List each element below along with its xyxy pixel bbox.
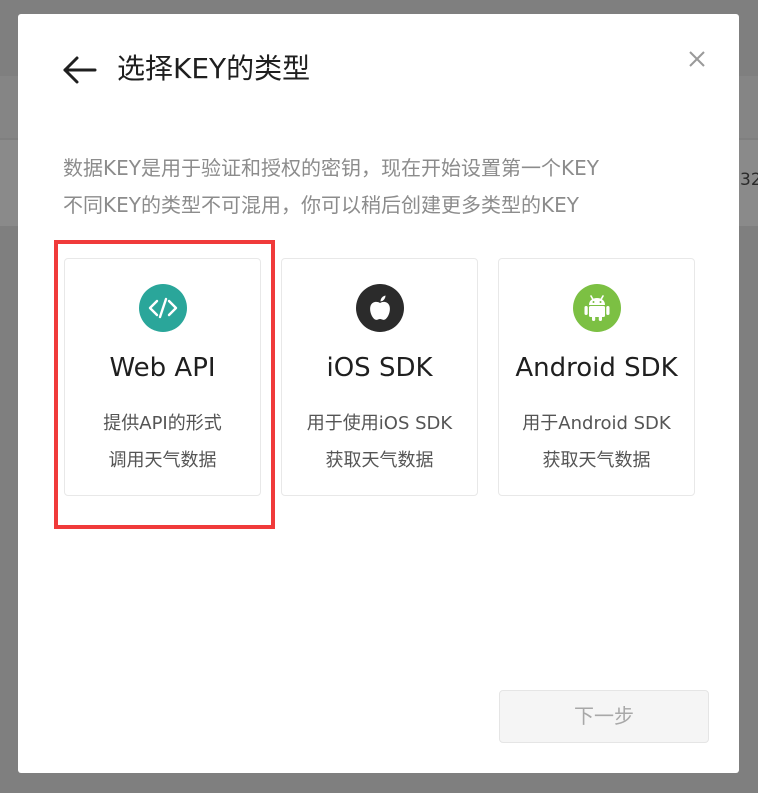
card-title: iOS SDK [326, 353, 433, 383]
card-title: Android SDK [515, 353, 678, 383]
android-icon [573, 284, 621, 332]
next-step-button[interactable]: 下一步 [499, 690, 709, 743]
apple-icon [356, 284, 404, 332]
dialog-title: 选择KEY的类型 [117, 52, 311, 85]
card-android-sdk[interactable]: Android SDK 用于Android SDK 获取天气数据 [498, 258, 695, 496]
card-desc-line-1: 提供API的形式 [103, 413, 222, 434]
key-type-dialog: 选择KEY的类型 数据KEY是用于验证和授权的密钥，现在开始设置第一个KEY 不… [18, 14, 739, 773]
description-line-2: 不同KEY的类型不可混用，你可以稍后创建更多类型的KEY [63, 193, 579, 217]
card-desc-line-2: 调用天气数据 [108, 450, 217, 471]
card-desc-line-1: 用于使用iOS SDK [306, 413, 453, 434]
back-arrow-icon[interactable] [62, 52, 98, 88]
card-web-api[interactable]: Web API 提供API的形式 调用天气数据 [64, 258, 261, 496]
card-ios-sdk[interactable]: iOS SDK 用于使用iOS SDK 获取天气数据 [281, 258, 478, 496]
card-title: Web API [109, 353, 216, 383]
card-desc-line-2: 获取天气数据 [542, 450, 651, 471]
background-peek-text: 32 [740, 170, 758, 190]
close-icon[interactable] [686, 48, 708, 70]
code-icon [139, 284, 187, 332]
description-line-1: 数据KEY是用于验证和授权的密钥，现在开始设置第一个KEY [63, 156, 599, 180]
card-desc-line-1: 用于Android SDK [522, 413, 671, 434]
card-desc-line-2: 获取天气数据 [325, 450, 434, 471]
